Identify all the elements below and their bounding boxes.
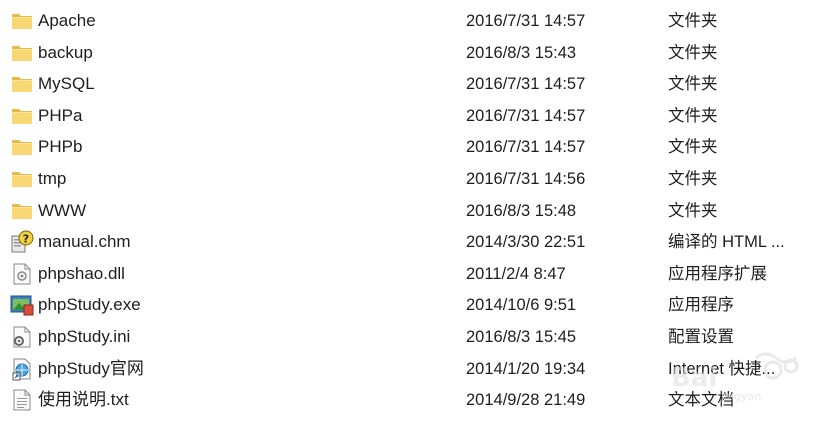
file-row[interactable]: phpStudy.ini 2016/8/3 15:45 配置设置 bbox=[0, 321, 839, 353]
file-type: 编译的 HTML ... bbox=[668, 233, 785, 252]
file-type: 文件夹 bbox=[668, 138, 718, 157]
file-type: 文件夹 bbox=[668, 201, 718, 220]
file-name: PHPb bbox=[38, 137, 83, 157]
file-type: 文本文档 bbox=[668, 391, 734, 410]
file-name: WWW bbox=[38, 200, 87, 220]
folder-icon bbox=[10, 41, 34, 65]
file-type: 应用程序 bbox=[668, 296, 734, 315]
file-name: phpshao.dll bbox=[38, 263, 125, 283]
file-name: phpStudy.exe bbox=[38, 295, 141, 315]
file-row[interactable]: 使用说明.txt 2014/9/28 21:49 文本文档 bbox=[0, 384, 839, 416]
file-modified-date: 2011/2/4 8:47 bbox=[466, 264, 566, 283]
file-name: phpStudy.ini bbox=[38, 326, 131, 346]
file-type: 配置设置 bbox=[668, 327, 734, 346]
file-name: PHPa bbox=[38, 105, 83, 125]
file-modified-date: 2016/8/3 15:48 bbox=[466, 201, 577, 220]
file-name: phpStudy官网 bbox=[38, 358, 144, 378]
svg-text:?: ? bbox=[23, 233, 29, 246]
file-modified-date: 2016/8/3 15:43 bbox=[466, 43, 577, 62]
file-modified-date: 2016/8/3 15:45 bbox=[466, 327, 577, 346]
folder-icon bbox=[10, 167, 34, 191]
file-row[interactable]: phpshao.dll 2011/2/4 8:47 应用程序扩展 bbox=[0, 258, 839, 290]
file-row[interactable]: phpStudy.exe 2014/10/6 9:51 应用程序 bbox=[0, 289, 839, 321]
dll-file-icon bbox=[10, 262, 34, 286]
file-row[interactable]: PHPa 2016/7/31 14:57 文件夹 bbox=[0, 100, 839, 132]
text-file-icon bbox=[10, 388, 34, 412]
file-modified-date: 2016/7/31 14:57 bbox=[466, 106, 586, 125]
file-row[interactable]: phpStudy官网 2014/1/20 19:34 Internet 快捷... bbox=[0, 353, 839, 385]
file-modified-date: 2016/7/31 14:57 bbox=[466, 75, 586, 94]
file-row[interactable]: MySQL 2016/7/31 14:57 文件夹 bbox=[0, 68, 839, 100]
file-name: manual.chm bbox=[38, 232, 131, 252]
file-modified-date: 2014/3/30 22:51 bbox=[466, 233, 586, 252]
file-modified-date: 2014/10/6 9:51 bbox=[466, 296, 577, 315]
file-list: Apache 2016/7/31 14:57 文件夹 backup 2016/8/3 … bbox=[0, 5, 839, 416]
ini-settings-icon bbox=[10, 325, 34, 349]
file-row[interactable]: tmp 2016/7/31 14:56 文件夹 bbox=[0, 163, 839, 195]
file-type: 文件夹 bbox=[668, 169, 718, 188]
file-modified-date: 2016/7/31 14:57 bbox=[466, 138, 586, 157]
file-modified-date: 2016/7/31 14:57 bbox=[466, 12, 586, 30]
chm-help-icon: ? bbox=[10, 230, 34, 254]
file-type: 文件夹 bbox=[668, 43, 718, 62]
file-type: Internet 快捷... bbox=[668, 359, 776, 378]
file-name: 使用说明.txt bbox=[38, 390, 129, 410]
file-name: Apache bbox=[38, 11, 96, 30]
file-name: backup bbox=[38, 42, 93, 62]
folder-icon bbox=[10, 104, 34, 128]
folder-icon bbox=[10, 135, 34, 159]
file-row[interactable]: WWW 2016/8/3 15:48 文件夹 bbox=[0, 195, 839, 227]
file-name: tmp bbox=[38, 168, 67, 188]
file-modified-date: 2014/1/20 19:34 bbox=[466, 359, 586, 378]
exe-app-icon bbox=[10, 293, 34, 317]
file-modified-date: 2014/9/28 21:49 bbox=[466, 391, 586, 410]
folder-icon bbox=[10, 72, 34, 96]
folder-icon bbox=[10, 9, 34, 33]
file-type: 应用程序扩展 bbox=[668, 264, 767, 283]
internet-shortcut-icon bbox=[10, 357, 34, 381]
folder-icon bbox=[10, 199, 34, 223]
file-type: 文件夹 bbox=[668, 12, 718, 30]
file-row[interactable]: ? manual.chm 2014/3/30 22:51 编译的 HTML ... bbox=[0, 226, 839, 258]
file-name: MySQL bbox=[38, 74, 95, 94]
file-type: 文件夹 bbox=[668, 75, 718, 94]
file-row[interactable]: backup 2016/8/3 15:43 文件夹 bbox=[0, 37, 839, 69]
file-row[interactable]: PHPb 2016/7/31 14:57 文件夹 bbox=[0, 131, 839, 163]
file-row[interactable]: Apache 2016/7/31 14:57 文件夹 bbox=[0, 5, 839, 37]
file-modified-date: 2016/7/31 14:56 bbox=[466, 169, 586, 188]
file-type: 文件夹 bbox=[668, 106, 718, 125]
